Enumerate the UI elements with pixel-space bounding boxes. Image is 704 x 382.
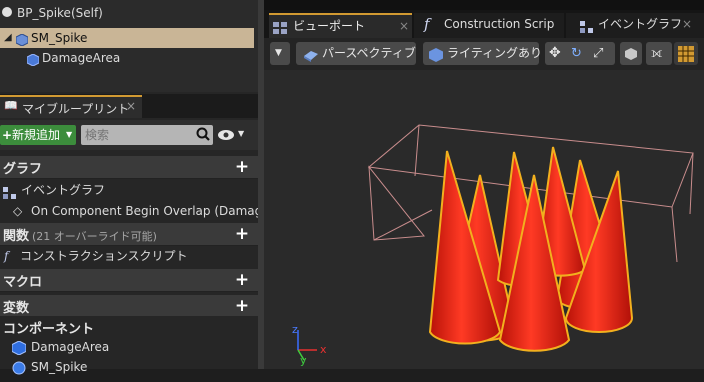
list-item-label: イベントグラフ xyxy=(21,183,106,197)
viewport-options-button[interactable]: ▼ xyxy=(270,42,290,65)
chevron-down-icon: ▼ xyxy=(275,48,282,58)
components-tree: BP_Spike(Self) ◢ SM_Spike DamageArea xyxy=(0,0,258,92)
component-item-label: DamageArea xyxy=(42,51,121,65)
graph-icon xyxy=(580,18,594,33)
perspective-cube-icon xyxy=(302,47,318,62)
section-graphs[interactable]: グラフ + xyxy=(0,156,258,179)
viewport[interactable]: x z y xyxy=(264,70,704,369)
perspective-button[interactable]: パースペクティブ xyxy=(296,42,416,65)
search-input[interactable] xyxy=(81,125,213,145)
axis-z-label: z xyxy=(292,323,298,336)
close-icon[interactable]: × xyxy=(399,15,409,38)
close-icon[interactable]: × xyxy=(126,99,136,113)
tab-viewport[interactable]: ビューポート × xyxy=(269,13,412,38)
collapse-arrow-icon[interactable]: ◢ xyxy=(4,28,12,48)
section-functions[interactable]: 関数 (21 オーバーライド可能) + xyxy=(0,223,258,246)
lighting-label: ライティングあり xyxy=(447,46,543,60)
add-new-button[interactable]: + 新規追加 ▼ xyxy=(0,125,76,145)
actor-icon xyxy=(2,7,12,17)
list-item-event-graph[interactable]: イベントグラフ xyxy=(0,179,258,201)
list-item-sm-spike[interactable]: SM_Spike xyxy=(0,356,258,378)
tab-label: イベントグラフ xyxy=(598,17,683,31)
tab-label: Construction Scrip xyxy=(444,17,555,31)
add-macro-button[interactable]: + xyxy=(234,272,250,289)
cube-icon xyxy=(624,46,638,60)
grid-snap-button[interactable] xyxy=(674,42,698,65)
list-item-overlap-event[interactable]: ◇ On Component Begin Overlap (Damag xyxy=(0,200,262,222)
translate-icon[interactable]: ✥ xyxy=(549,42,561,65)
section-variables-title: 変数 xyxy=(3,301,30,316)
chevron-down-icon: ▼ xyxy=(66,130,73,139)
tab-my-blueprint-label: マイブループリント xyxy=(22,102,130,116)
scale-icon[interactable]: ⤢ xyxy=(593,42,603,65)
tab-label: ビューポート xyxy=(293,19,366,33)
list-item-label: SM_Spike xyxy=(31,360,88,374)
functions-override-note: (21 オーバーライド可能) xyxy=(32,230,157,243)
world-local-button[interactable] xyxy=(620,42,642,65)
axis-y-label: y xyxy=(300,354,307,367)
tab-construction-script[interactable]: f Construction Scrip xyxy=(414,13,564,38)
tab-my-blueprint[interactable]: 📖 マイブループリント × xyxy=(0,95,142,118)
component-root-label: BP_Spike(Self) xyxy=(17,6,103,20)
add-graph-button[interactable]: + xyxy=(234,159,250,176)
list-item-label: コンストラクションスクリプト xyxy=(20,249,188,263)
box-collision-icon xyxy=(11,340,27,356)
lit-sphere-icon xyxy=(429,47,443,62)
snap-icon: ⟗ xyxy=(651,46,663,61)
book-icon: 📖 xyxy=(4,99,18,112)
viewport-scene xyxy=(297,124,694,361)
function-icon: f xyxy=(4,249,9,263)
section-variables[interactable]: 変数 + xyxy=(0,295,258,318)
static-mesh-icon xyxy=(15,32,29,47)
grid-icon xyxy=(678,46,694,62)
surface-snap-button[interactable]: ⟗ xyxy=(646,42,672,65)
box-collision-icon xyxy=(26,52,40,67)
lighting-button[interactable]: ライティングあり xyxy=(423,42,543,65)
section-components-title: コンポーネント xyxy=(3,322,95,337)
perspective-label: パースペクティブ xyxy=(322,46,416,60)
tab-event-graph[interactable]: イベントグラフ × xyxy=(566,13,704,38)
plus-icon: + xyxy=(2,128,13,142)
eye-icon[interactable] xyxy=(217,128,237,142)
close-icon[interactable]: × xyxy=(682,13,692,36)
section-graphs-title: グラフ xyxy=(3,162,43,177)
add-variable-button[interactable]: + xyxy=(234,298,250,315)
search-icon[interactable] xyxy=(196,127,210,141)
list-item-label: DamageArea xyxy=(31,340,110,354)
list-item-damage-area[interactable]: DamageArea xyxy=(0,336,258,358)
list-item-construction-script[interactable]: f コンストラクションスクリプト xyxy=(0,245,258,267)
section-macros-title: マクロ xyxy=(3,275,43,290)
component-item-label: SM_Spike xyxy=(31,31,88,45)
function-icon: f xyxy=(424,15,430,33)
add-new-label: 新規追加 xyxy=(12,128,61,142)
static-mesh-icon xyxy=(12,360,26,375)
section-functions-title: 関数 xyxy=(3,229,30,244)
menu-strip xyxy=(264,0,704,10)
event-diamond-icon: ◇ xyxy=(13,204,23,218)
component-root[interactable]: BP_Spike(Self) xyxy=(0,3,258,23)
component-item-damage-area[interactable]: DamageArea xyxy=(0,48,258,68)
add-function-button[interactable]: + xyxy=(234,226,250,243)
list-item-label: On Component Begin Overlap (Damag xyxy=(31,204,263,218)
section-macros[interactable]: マクロ + xyxy=(0,269,258,292)
spike-mesh xyxy=(428,146,634,352)
transform-tools-group: ✥ ↻ ⤢ xyxy=(545,42,615,65)
axis-x-label: x xyxy=(320,343,327,356)
graph-icon xyxy=(3,184,17,199)
section-components[interactable]: コンポーネント xyxy=(0,316,258,337)
component-item-sm-spike[interactable]: ◢ SM_Spike xyxy=(0,28,254,48)
chevron-down-icon[interactable]: ▼ xyxy=(238,129,244,138)
viewport-icon xyxy=(273,19,287,34)
rotate-icon[interactable]: ↻ xyxy=(571,42,582,65)
